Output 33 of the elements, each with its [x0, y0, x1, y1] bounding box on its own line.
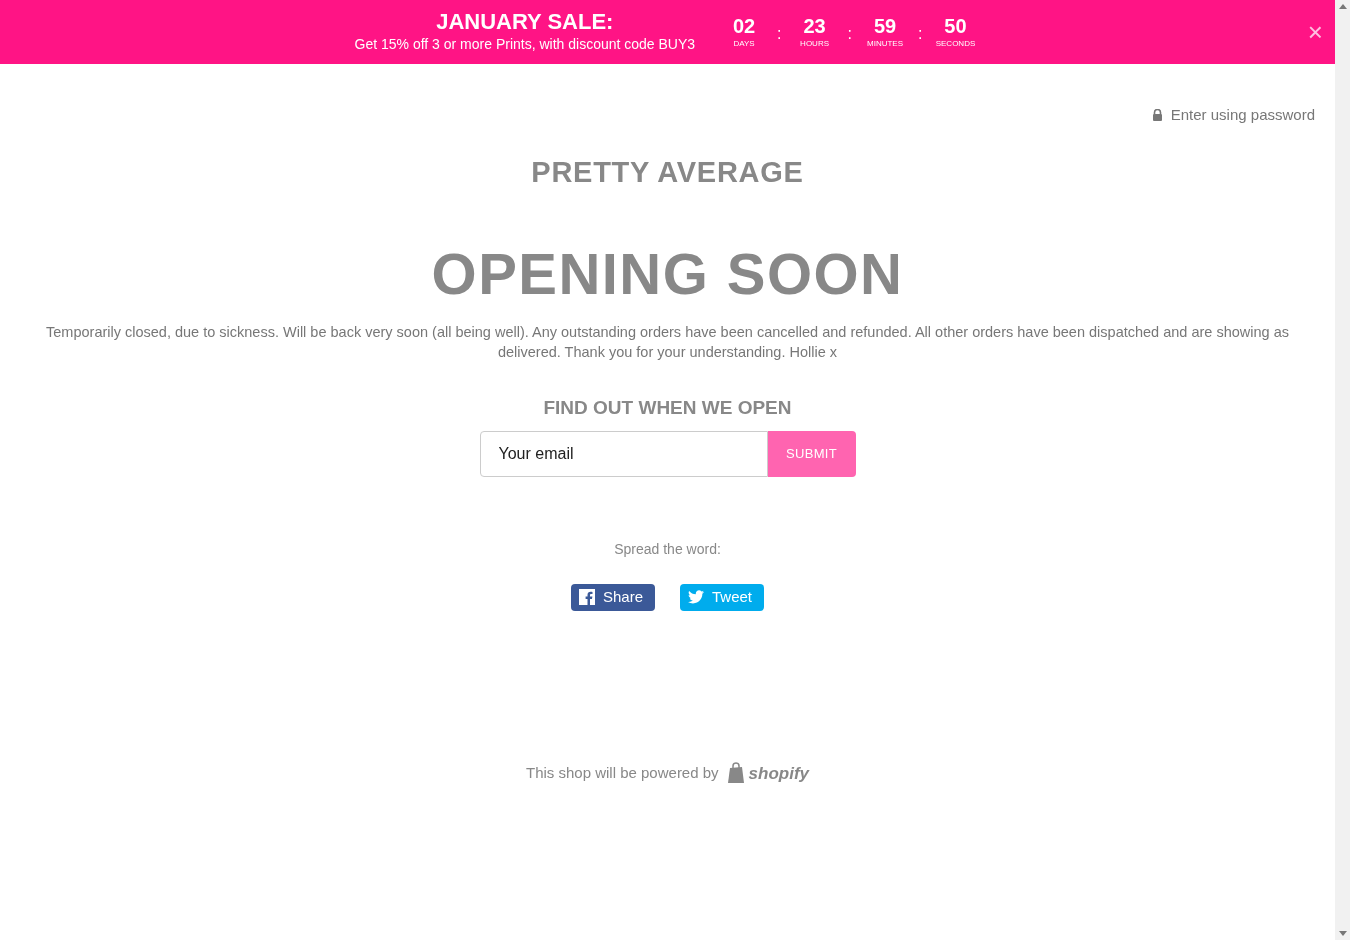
lock-icon	[1151, 109, 1163, 122]
countdown-separator: :	[777, 24, 782, 44]
countdown-unit: MINUTES	[867, 38, 903, 50]
share-label: Spread the word:	[614, 539, 721, 559]
password-link[interactable]: Enter using password	[1151, 104, 1315, 127]
scroll-down-icon[interactable]	[1338, 931, 1347, 936]
tweet-button[interactable]: Tweet	[680, 583, 765, 611]
countdown-unit: HOURS	[800, 38, 829, 50]
shopping-bag-icon	[726, 762, 745, 785]
close-button[interactable]: ×	[1307, 18, 1323, 46]
email-field[interactable]: Your email	[479, 430, 768, 477]
banner-title: JANUARY SALE:	[436, 10, 614, 34]
countdown-separator: :	[847, 24, 852, 44]
banner-subtitle: Get 15% off 3 or more Prints, with discount code BUY3	[354, 35, 696, 54]
powered-by-text: This shop will be powered by	[525, 763, 719, 783]
signup-title: FIND OUT WHEN WE OPEN	[543, 396, 792, 420]
countdown-value: 23	[803, 14, 826, 38]
countdown-unit: SECONDS	[935, 38, 976, 50]
countdown-value: 59	[873, 14, 897, 38]
countdown-unit: DAYS	[733, 38, 755, 50]
facebook-icon	[578, 589, 595, 605]
store-name: PRETTY AVERAGE	[531, 154, 804, 190]
page-heading: OPENING SOON	[431, 242, 904, 306]
bird-icon	[688, 590, 704, 604]
submit-button[interactable]: SUBMIT	[767, 430, 856, 477]
closure-message: Temporarily closed, due to sickness. Will be back very soon (all being well). Any outstanding orders have been cancelled and refunded. All other orders have been dispatched and are showing as delivered. Thank you for your understanding. Hollie x	[45, 323, 1290, 362]
shopify-logo[interactable]: shopify	[726, 760, 810, 786]
scroll-up-icon[interactable]	[1338, 4, 1347, 9]
countdown-value: 50	[944, 14, 967, 38]
countdown-value: 02	[733, 14, 756, 38]
scrollbar[interactable]	[1335, 0, 1350, 940]
share-button[interactable]: Share	[570, 583, 655, 611]
countdown-separator: :	[918, 24, 923, 44]
